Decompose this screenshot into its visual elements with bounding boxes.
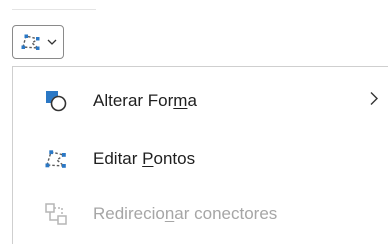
menu-item-label: Editar Pontos (93, 149, 196, 168)
ribbon-divider (12, 9, 96, 10)
edit-shape-menu-screen: Alterar Forma Editar Pontos Redirecionar… (0, 0, 388, 244)
edit-shape-menu: Alterar Forma Editar Pontos Redirecionar… (12, 66, 388, 244)
menu-item-reroute-connectors: Redirecionar conectores (13, 190, 388, 238)
chevron-right-icon (369, 91, 379, 112)
reroute-connectors-icon (43, 201, 69, 227)
edit-points-icon (19, 32, 43, 52)
menu-item-label: Redirecionar conectores (93, 204, 278, 223)
menu-item-edit-points[interactable]: Editar Pontos (13, 135, 388, 183)
menu-item-label: Alterar Forma (93, 91, 197, 110)
menu-item-change-shape[interactable]: Alterar Forma (13, 77, 388, 125)
change-shape-icon (43, 88, 69, 114)
chevron-down-icon (47, 38, 57, 46)
edit-shape-dropdown-button[interactable] (12, 25, 64, 59)
edit-points-icon (43, 146, 69, 172)
